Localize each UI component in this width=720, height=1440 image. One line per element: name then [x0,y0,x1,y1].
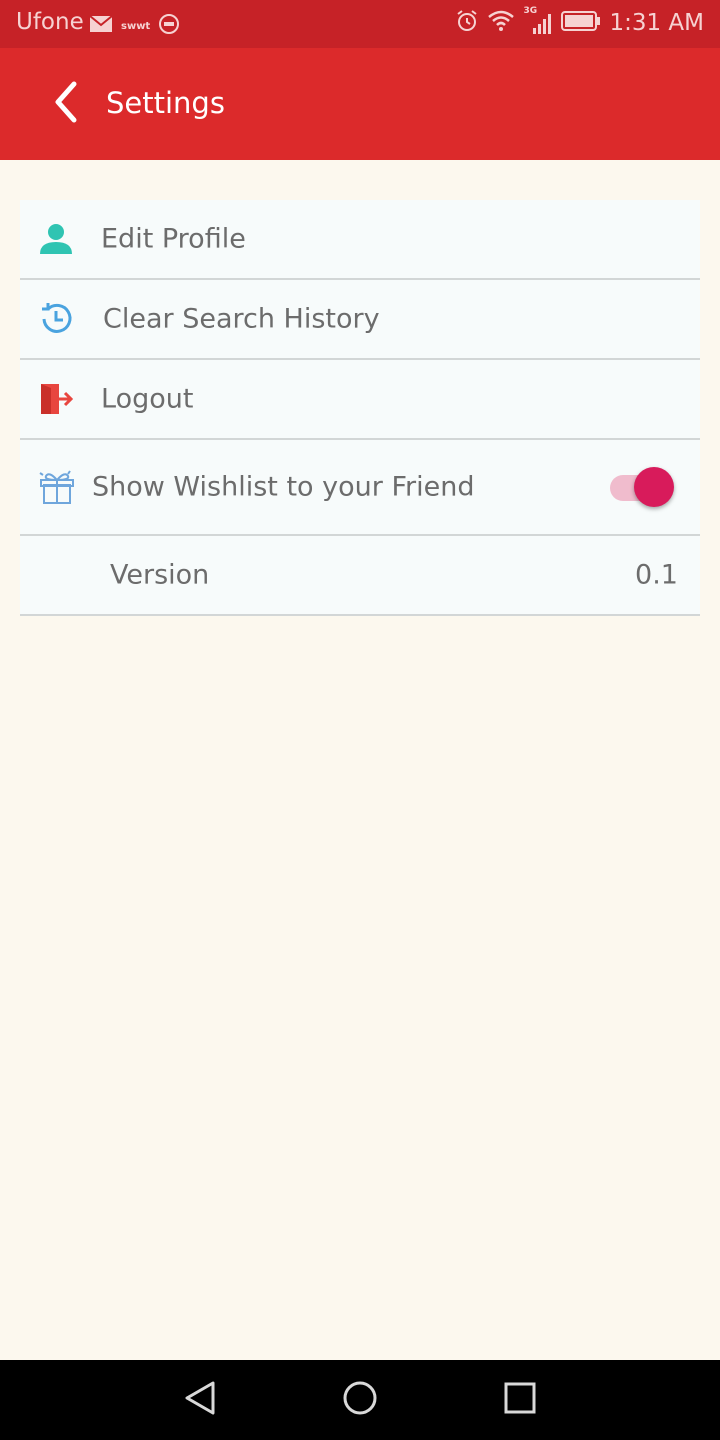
settings-item-label: Logout [101,383,194,415]
settings-item-logout[interactable]: Logout [20,360,700,440]
settings-item-version: Version 0.1 [20,536,700,616]
settings-list: Edit Profile Clear Search History Logout… [20,200,700,616]
status-right-icons: 3G 1:31 AM [455,6,704,37]
wifi-icon [487,9,515,37]
carrier-name: Ufone [16,9,84,35]
battery-icon [561,11,601,35]
gift-icon [38,469,74,505]
logout-icon [38,381,74,417]
status-bar: Ufone swwt 3G 1:31 AM [0,0,720,48]
status-left-icons: swwt [89,13,180,39]
mail-icon [89,15,113,37]
home-circle-icon [342,1380,378,1420]
nav-back-button[interactable] [180,1380,220,1420]
history-icon [38,301,74,337]
back-button[interactable] [44,80,88,128]
back-triangle-icon [183,1380,217,1420]
page-title: Settings [106,86,225,120]
system-nav-bar [0,1360,720,1440]
settings-item-edit-profile[interactable]: Edit Profile [20,200,700,280]
toggle-thumb [634,467,674,507]
settings-item-label: Show Wishlist to your Friend [92,471,475,503]
nav-home-button[interactable] [340,1380,380,1420]
user-icon [38,221,74,257]
alarm-icon [455,9,479,37]
recents-square-icon [503,1381,537,1419]
settings-item-label: Edit Profile [101,223,246,255]
swwt-label: swwt [121,20,151,32]
nav-recents-button[interactable] [500,1380,540,1420]
app-bar: Settings [0,48,720,160]
imo-icon [158,13,180,39]
settings-item-label: Clear Search History [103,303,380,335]
version-value: 0.1 [635,559,678,591]
chevron-left-icon [52,80,80,128]
version-label: Version [110,559,210,591]
settings-item-show-wishlist: Show Wishlist to your Friend [20,440,700,536]
signal-icon: 3G [523,6,553,36]
wishlist-visibility-toggle[interactable] [608,466,674,508]
status-time: 1:31 AM [609,10,704,36]
settings-item-clear-search-history[interactable]: Clear Search History [20,280,700,360]
